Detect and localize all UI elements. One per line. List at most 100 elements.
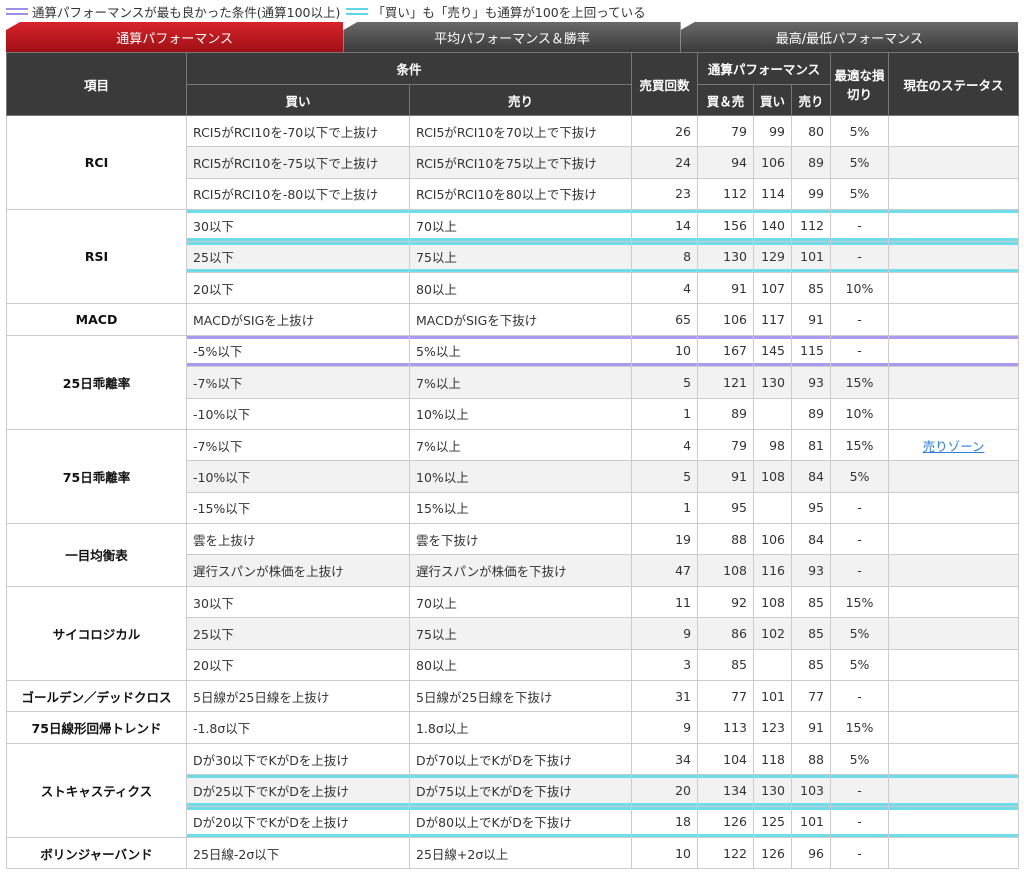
optimal-stoploss: 10% — [830, 397, 890, 430]
indicator-name: RCI — [6, 114, 187, 211]
buy-performance: 117 — [753, 303, 793, 336]
trade-count: 9 — [631, 711, 699, 744]
total-performance: 167 — [697, 334, 755, 368]
performance-table: 項目 条件 売買回数 通算パフォーマンス 最適な損切り 現在のステータス 買い … — [6, 52, 1020, 870]
trade-count: 1 — [631, 397, 699, 430]
sell-condition: Dが75以上でKがDを下抜け — [408, 774, 633, 807]
trade-count: 23 — [631, 177, 699, 211]
optimal-stoploss: 5% — [830, 114, 890, 148]
current-status — [888, 209, 1020, 242]
total-performance: 126 — [697, 805, 755, 838]
header-both: 買＆売 — [697, 84, 755, 116]
tab-max-min-performance[interactable]: 最高/最低パフォーマンス — [680, 22, 1018, 52]
buy-condition: -7%以下 — [186, 366, 410, 399]
buy-performance: 129 — [753, 240, 793, 273]
buy-condition: Dが20以下でKがDを上抜け — [186, 805, 410, 838]
sell-condition: 1.8σ以上 — [408, 711, 633, 744]
header-perf-sell: 売り — [791, 84, 832, 116]
sell-condition: 5日線が25日線を下抜け — [408, 680, 633, 713]
buy-condition: -15%以下 — [186, 491, 410, 525]
sell-condition: 10%以上 — [408, 460, 633, 493]
trade-count: 9 — [631, 617, 699, 650]
sell-performance: 88 — [791, 742, 832, 776]
header-stoploss: 最適な損切り — [830, 52, 890, 116]
buy-condition: RCI5がRCI10を-75以下で上抜け — [186, 146, 410, 179]
total-performance: 112 — [697, 177, 755, 211]
sell-performance: 95 — [791, 491, 832, 525]
buy-condition: -10%以下 — [186, 460, 410, 493]
sell-condition: 5%以上 — [408, 334, 633, 368]
buy-performance: 140 — [753, 209, 793, 242]
trade-count: 10 — [631, 836, 699, 870]
optimal-stoploss: - — [830, 805, 890, 838]
total-performance: 79 — [697, 114, 755, 148]
current-status — [888, 742, 1020, 776]
buy-condition: 25以下 — [186, 240, 410, 273]
sell-condition: 7%以上 — [408, 366, 633, 399]
optimal-stoploss: - — [830, 774, 890, 807]
optimal-stoploss: - — [830, 554, 890, 587]
optimal-stoploss: 5% — [830, 146, 890, 179]
current-status — [888, 334, 1020, 368]
trade-count: 14 — [631, 209, 699, 242]
sell-performance: 89 — [791, 146, 832, 179]
buy-condition: -5%以下 — [186, 334, 410, 368]
sell-performance: 115 — [791, 334, 832, 368]
total-performance: 77 — [697, 680, 755, 713]
sell-performance: 93 — [791, 554, 832, 587]
buy-performance: 130 — [753, 774, 793, 807]
sell-condition: 75以上 — [408, 617, 633, 650]
sell-performance: 85 — [791, 271, 832, 305]
total-performance: 121 — [697, 366, 755, 399]
sell-performance: 103 — [791, 774, 832, 807]
buy-condition: 雲を上抜け — [186, 523, 410, 556]
trade-count: 65 — [631, 303, 699, 336]
legend-purple-label: 通算パフォーマンスが最も良かった条件(通算100以上) — [32, 4, 341, 20]
current-status — [888, 460, 1020, 493]
current-status: 売りゾーン — [888, 428, 1020, 462]
optimal-stoploss: - — [830, 680, 890, 713]
total-performance: 106 — [697, 303, 755, 336]
trade-count: 4 — [631, 428, 699, 462]
buy-condition: -10%以下 — [186, 397, 410, 430]
tab-total-performance[interactable]: 通算パフォーマンス — [6, 22, 344, 52]
table-row: 75日乖離率 -7%以下 7%以上 4 79 98 81 15% 売りゾーン — [6, 428, 1020, 525]
total-performance: 86 — [697, 617, 755, 650]
sell-performance: 85 — [791, 617, 832, 650]
trade-count: 31 — [631, 680, 699, 713]
total-performance: 88 — [697, 523, 755, 556]
current-status — [888, 303, 1020, 336]
tab-average-performance[interactable]: 平均パフォーマンス＆勝率 — [343, 22, 681, 52]
total-performance: 108 — [697, 554, 755, 587]
total-performance: 94 — [697, 146, 755, 179]
current-status — [888, 554, 1020, 587]
status-link[interactable]: 売りゾーン — [923, 439, 985, 454]
sell-condition: RCI5がRCI10を75以上で下抜け — [408, 146, 633, 179]
buy-performance — [753, 397, 793, 430]
total-performance: 130 — [697, 240, 755, 273]
sell-performance: 81 — [791, 428, 832, 462]
sell-performance: 85 — [791, 648, 832, 682]
sell-performance: 99 — [791, 177, 832, 211]
table-row: 25日乖離率 -5%以下 5%以上 10 167 145 115- — [6, 334, 1020, 430]
sell-condition: MACDがSIGを下抜け — [408, 303, 633, 336]
sell-performance: 85 — [791, 585, 832, 619]
purple-swatch-icon — [6, 7, 28, 15]
buy-performance: 114 — [753, 177, 793, 211]
header-perf-buy: 買い — [753, 84, 793, 116]
total-performance: 113 — [697, 711, 755, 744]
buy-condition: 20以下 — [186, 648, 410, 682]
sell-performance: 80 — [791, 114, 832, 148]
buy-performance: 126 — [753, 836, 793, 870]
total-performance: 79 — [697, 428, 755, 462]
buy-performance: 118 — [753, 742, 793, 776]
buy-condition: 25以下 — [186, 617, 410, 650]
sell-condition: 80以上 — [408, 648, 633, 682]
trade-count: 3 — [631, 648, 699, 682]
total-performance: 91 — [697, 460, 755, 493]
buy-performance: 101 — [753, 680, 793, 713]
current-status — [888, 585, 1020, 619]
optimal-stoploss: 15% — [830, 585, 890, 619]
sell-condition: Dが70以上でKがDを下抜け — [408, 742, 633, 776]
buy-performance: 106 — [753, 523, 793, 556]
